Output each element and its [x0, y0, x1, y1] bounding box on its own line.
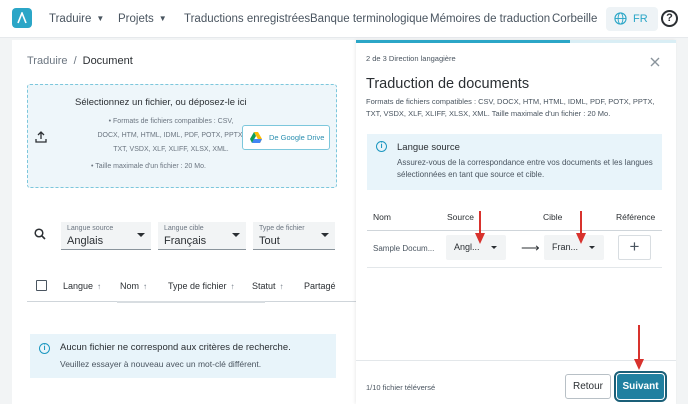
breadcrumb-parent[interactable]: Traduire [27, 55, 68, 67]
nav-traduire[interactable]: Traduire ▼ [49, 0, 104, 38]
file-dropzone[interactable]: Sélectionnez un fichier, ou déposez-le i… [27, 84, 337, 188]
column-nom[interactable]: Nom ↑ [120, 281, 147, 291]
nav-banque-terminologique[interactable]: Banque terminologique [310, 0, 428, 38]
help-icon[interactable]: ? [661, 10, 678, 27]
language-code: FR [633, 13, 648, 25]
translation-wizard: 2 de 3 Direction langagière Traduction d… [356, 40, 676, 404]
nav-traduire-label: Traduire [49, 13, 92, 25]
filter-target-language[interactable]: Langue cible Français [158, 222, 246, 250]
row-divider [367, 267, 662, 268]
column-underline [117, 301, 265, 303]
add-reference-button[interactable]: + [618, 235, 651, 260]
source-language-info: i Langue source Assurez-vous de la corre… [367, 134, 662, 190]
google-drive-icon [250, 132, 262, 143]
dropdown-arrow-icon [321, 233, 329, 237]
empty-results-text: Veuillez essayer à nouveau avec un mot-c… [60, 359, 262, 369]
formats-line: DOCX, HTM, HTML, IDML, PDF, POTX, PPTX, [97, 132, 245, 139]
formats-line: TXT, VSDX, XLF, XLIFF, XLSX, XML. [113, 146, 229, 153]
empty-results-title: Aucun fichier ne correspond aux critères… [60, 342, 291, 353]
documents-table-header: Langue ↑ Nom ↑ Type de fichier ↑ Statut ↑ Pa… [27, 272, 356, 303]
top-nav: Traduire ▼ Projets ▼ Traductions enregistr… [0, 0, 688, 38]
filter-value: Français [164, 235, 207, 247]
wizard-title: Traduction de documents [366, 76, 530, 92]
app-logo-icon[interactable] [12, 8, 32, 28]
column-label: Nom [120, 281, 140, 291]
column-partage[interactable]: Partagé [304, 281, 336, 291]
nav-projets[interactable]: Projets ▼ [118, 0, 167, 38]
info-icon: i [376, 141, 387, 152]
sort-arrow-icon: ↑ [97, 282, 102, 291]
wizard-progress-fill [356, 40, 571, 43]
nav-traductions-enregistrees[interactable]: Traductions enregistrées [184, 0, 310, 38]
sort-arrow-icon: ↑ [279, 282, 284, 291]
dropzone-formats: Formats de fichiers compatibles : CSV, D… [83, 115, 259, 157]
uploaded-file-count: 1/10 fichier téléversé [366, 383, 436, 392]
column-label: Partagé [304, 281, 336, 291]
filter-value: Tout [259, 235, 280, 247]
upload-icon [35, 131, 47, 143]
header-nom: Nom [373, 212, 391, 222]
filter-label: Type de fichier [259, 225, 305, 232]
info-icon: i [39, 343, 50, 354]
breadcrumb-separator: / [73, 55, 77, 67]
wizard-step-label: 2 de 3 Direction langagière [366, 54, 456, 63]
wizard-progress-track [356, 40, 676, 43]
language-selector[interactable]: FR [606, 7, 658, 31]
nav-memoires-de-traduction[interactable]: Mémoires de traduction [430, 0, 550, 38]
language-direction-table: Nom Source Cible Référence Sample Docum.… [367, 206, 662, 268]
back-button[interactable]: Retour [565, 374, 611, 399]
annotation-arrow-source [475, 211, 485, 244]
sort-arrow-icon: ↑ [230, 282, 235, 291]
google-drive-button[interactable]: De Google Drive [242, 125, 330, 150]
filter-file-type[interactable]: Type de fichier Tout [253, 222, 335, 250]
target-language-select[interactable]: Fran... [544, 235, 604, 260]
google-drive-label: De Google Drive [269, 133, 325, 142]
nav-corbeille[interactable]: Corbeille [552, 0, 597, 38]
document-panel: Traduire / Document Sélectionnez un fichie… [12, 40, 356, 404]
column-label: Statut [252, 281, 276, 291]
annotation-arrow-target [576, 211, 586, 244]
header-source: Source [447, 212, 474, 222]
filter-value: Anglais [67, 235, 104, 247]
wizard-formats: Formats de fichiers compatibles : CSV, D… [366, 97, 655, 118]
chevron-down-icon: ▼ [96, 14, 105, 23]
wizard-footer: 1/10 fichier téléversé Retour Suivant [356, 360, 676, 404]
column-label: Type de fichier [168, 281, 227, 291]
column-statut[interactable]: Statut ↑ [252, 281, 284, 291]
dropdown-arrow-icon [491, 246, 497, 249]
dropdown-arrow-icon [232, 233, 240, 237]
column-label: Langue [63, 281, 94, 291]
filter-label: Langue cible [164, 225, 204, 232]
filter-label: Langue source [67, 225, 114, 232]
formats-line: Formats de fichiers compatibles : CSV, [83, 115, 259, 129]
dropzone-title: Sélectionnez un fichier, ou déposez-le i… [75, 97, 247, 108]
file-name: Sample Docum... [373, 244, 435, 253]
direction-arrow-icon: ⟶ [521, 240, 540, 255]
breadcrumb: Traduire / Document [27, 55, 133, 67]
globe-icon [614, 12, 627, 25]
empty-results-notice: i Aucun fichier ne correspond aux critèr… [30, 334, 336, 378]
source-info-title: Langue source [397, 142, 460, 153]
close-icon[interactable] [649, 56, 661, 68]
column-langue[interactable]: Langue ↑ [63, 281, 101, 291]
source-info-text: Assurez-vous de la correspondance entre … [397, 158, 653, 179]
select-all-checkbox[interactable] [36, 280, 47, 291]
dropdown-arrow-icon [137, 233, 145, 237]
dropdown-arrow-icon [589, 246, 595, 249]
nav-projets-label: Projets [118, 13, 154, 25]
filter-source-language[interactable]: Langue source Anglais [61, 222, 151, 250]
header-cible: Cible [543, 212, 563, 222]
table-divider [367, 230, 662, 231]
column-type-de-fichier[interactable]: Type de fichier ↑ [168, 281, 235, 291]
search-icon[interactable] [34, 228, 46, 240]
chevron-down-icon: ▼ [158, 14, 167, 23]
breadcrumb-current: Document [82, 55, 133, 67]
header-reference: Référence [616, 212, 656, 222]
dropzone-max-size: Taille maximale d'un fichier : 20 Mo. [91, 163, 206, 170]
sort-arrow-icon: ↑ [143, 282, 148, 291]
next-button[interactable]: Suivant [614, 371, 667, 402]
annotation-arrow-next [634, 325, 644, 370]
